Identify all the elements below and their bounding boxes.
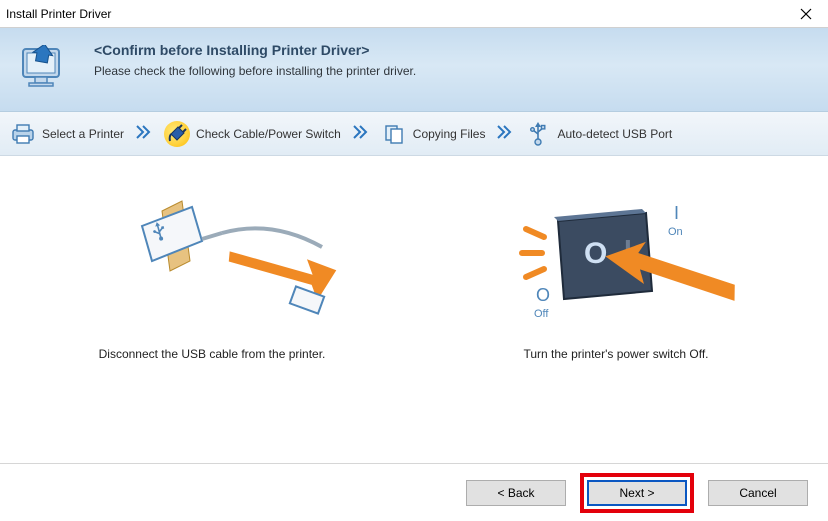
header-band: <Confirm before Installing Printer Drive…: [0, 28, 828, 112]
next-button-highlight: Next >: [580, 473, 694, 513]
step-select-printer: Select a Printer: [10, 121, 124, 147]
next-button[interactable]: Next >: [587, 480, 687, 506]
step-label: Check Cable/Power Switch: [196, 127, 341, 141]
step-label: Copying Files: [413, 127, 486, 141]
printer-icon: [10, 121, 36, 147]
svg-text:On: On: [668, 226, 683, 238]
content-area: Disconnect the USB cable from the printe…: [0, 156, 828, 381]
panel-power-off: O I O Off I On Turn the printer's power …: [434, 191, 798, 361]
chevron-icon: [353, 125, 369, 142]
plug-icon: [164, 121, 190, 147]
panel-caption: Disconnect the USB cable from the printe…: [99, 347, 326, 361]
panel-disconnect-cable: Disconnect the USB cable from the printe…: [30, 191, 394, 361]
step-copying-files: Copying Files: [381, 121, 486, 147]
svg-text:I: I: [674, 203, 679, 223]
power-switch-illustration: O I O Off I On: [486, 191, 746, 341]
usb-icon: [525, 121, 551, 147]
step-label: Select a Printer: [42, 127, 124, 141]
step-check-cable: Check Cable/Power Switch: [164, 121, 341, 147]
window-title: Install Printer Driver: [6, 7, 111, 21]
close-button[interactable]: [783, 0, 828, 28]
chevron-icon: [497, 125, 513, 142]
header-title: <Confirm before Installing Printer Drive…: [94, 42, 416, 58]
steps-bar: Select a Printer Check Cable/Power Switc…: [0, 112, 828, 156]
close-icon: [800, 8, 812, 20]
step-label: Auto-detect USB Port: [557, 127, 672, 141]
svg-text:O: O: [584, 237, 607, 270]
panel-caption: Turn the printer's power switch Off.: [523, 347, 708, 361]
header-subtitle: Please check the following before instal…: [94, 64, 416, 78]
o-glyph: O: [536, 285, 550, 305]
svg-text:Off: Off: [534, 308, 549, 320]
files-icon: [381, 121, 407, 147]
footer: < Back Next > Cancel: [0, 463, 828, 521]
cancel-button[interactable]: Cancel: [708, 480, 808, 506]
step-auto-detect-usb: Auto-detect USB Port: [525, 121, 672, 147]
titlebar: Install Printer Driver: [0, 0, 828, 28]
disconnect-cable-illustration: [82, 191, 342, 341]
chevron-icon: [136, 125, 152, 142]
install-icon: [16, 42, 76, 97]
back-button[interactable]: < Back: [466, 480, 566, 506]
